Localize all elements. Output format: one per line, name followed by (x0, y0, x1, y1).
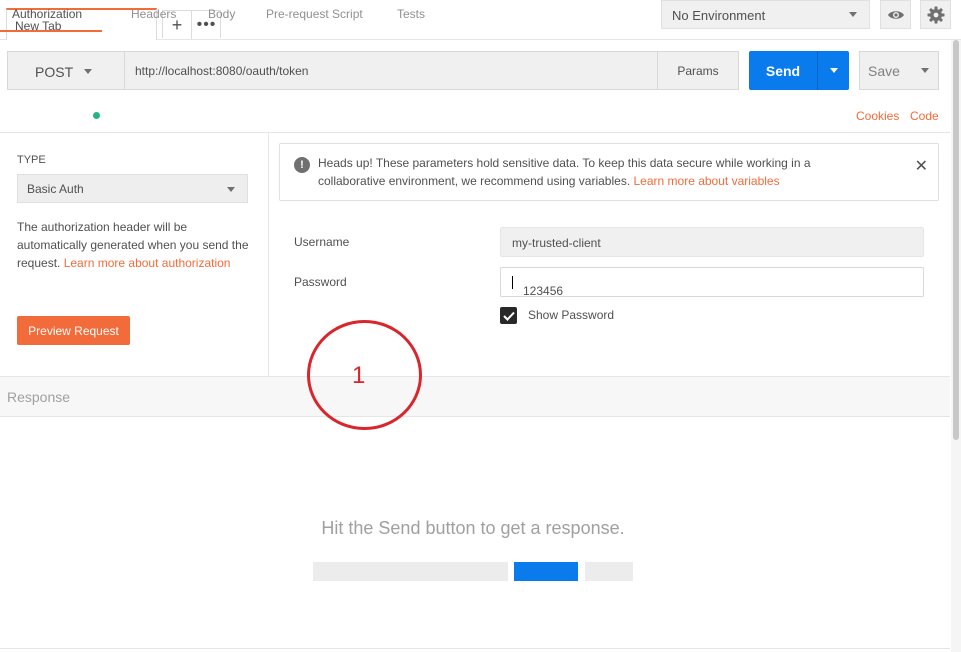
type-label: TYPE (17, 154, 46, 166)
environment-quick-look-button[interactable] (880, 0, 911, 29)
method-value: POST (35, 64, 74, 80)
annotation-number: 1 (352, 362, 366, 389)
url-input[interactable]: http://localhost:8080/oauth/token (124, 51, 658, 90)
alert-text: Heads up! These parameters hold sensitiv… (318, 154, 858, 190)
scrollbar-thumb[interactable] (953, 40, 959, 440)
tab-headers[interactable]: Headers (131, 7, 176, 21)
manage-environments-button[interactable] (920, 0, 951, 29)
tab-tests[interactable]: Tests (397, 7, 425, 21)
code-link[interactable]: Code (910, 109, 939, 123)
auth-type-select[interactable]: Basic Auth (17, 174, 248, 203)
placeholder-bar (585, 562, 633, 581)
cookies-link[interactable]: Cookies (856, 109, 899, 123)
request-subtabs (0, 100, 950, 133)
chevron-down-icon (920, 68, 929, 73)
show-password-checkbox[interactable] (500, 307, 517, 324)
tab-authorization[interactable]: Authorization (0, 7, 103, 32)
username-value: my-trusted-client (512, 236, 601, 250)
password-value-wrap: 123456 (512, 276, 563, 298)
send-label: Send (765, 62, 801, 79)
password-label: Password (294, 275, 347, 289)
learn-more-authorization-link[interactable]: Learn more about authorization (64, 256, 231, 270)
response-title: Response (7, 389, 71, 405)
environment-value: No Environment (672, 8, 766, 23)
show-password-label: Show Password (528, 308, 615, 322)
username-label: Username (294, 235, 350, 249)
password-value: 123456 (523, 284, 564, 298)
save-options-button[interactable] (910, 52, 939, 89)
gear-icon (927, 6, 944, 23)
auth-type-value: Basic Auth (27, 182, 84, 196)
placeholder-bar-accent (514, 562, 578, 581)
chevron-down-icon (829, 68, 838, 73)
response-header: Response (0, 376, 950, 417)
auth-description: The authorization header will be automat… (17, 218, 257, 272)
save-button[interactable]: Save (859, 51, 939, 90)
save-label: Save (868, 62, 900, 79)
status-dot (93, 112, 100, 119)
username-field[interactable]: my-trusted-client (500, 227, 924, 257)
params-button[interactable]: Params (657, 51, 739, 90)
send-button[interactable]: Send (749, 51, 849, 90)
checkmark-icon (502, 311, 515, 321)
url-value: http://localhost:8080/oauth/token (135, 64, 309, 78)
method-select[interactable]: POST (7, 51, 125, 90)
tab-body[interactable]: Body (208, 7, 235, 21)
sensitive-data-alert: ! Heads up! These parameters hold sensit… (279, 143, 939, 201)
environment-select[interactable]: No Environment (661, 0, 870, 29)
postman-window: New Tab + ••• No Environment POST http:/… (0, 0, 961, 652)
eye-icon (887, 10, 904, 19)
empty-response-hint: Hit the Send button to get a response. (321, 518, 625, 538)
text-cursor (512, 276, 513, 289)
tab-pre-request-script[interactable]: Pre-request Script (266, 7, 363, 21)
chevron-down-icon (227, 187, 235, 192)
send-options-button[interactable] (817, 51, 849, 90)
chevron-down-icon (849, 12, 857, 17)
close-icon[interactable]: ✕ (915, 156, 928, 176)
password-field[interactable]: 123456 (500, 267, 924, 298)
exclamation-icon: ! (294, 157, 310, 173)
placeholder-bar (313, 562, 508, 581)
preview-request-button[interactable]: Preview Request (17, 316, 130, 345)
bottom-divider (0, 648, 950, 649)
chevron-down-icon (84, 69, 92, 74)
learn-more-variables-link[interactable]: Learn more about variables (634, 174, 780, 188)
